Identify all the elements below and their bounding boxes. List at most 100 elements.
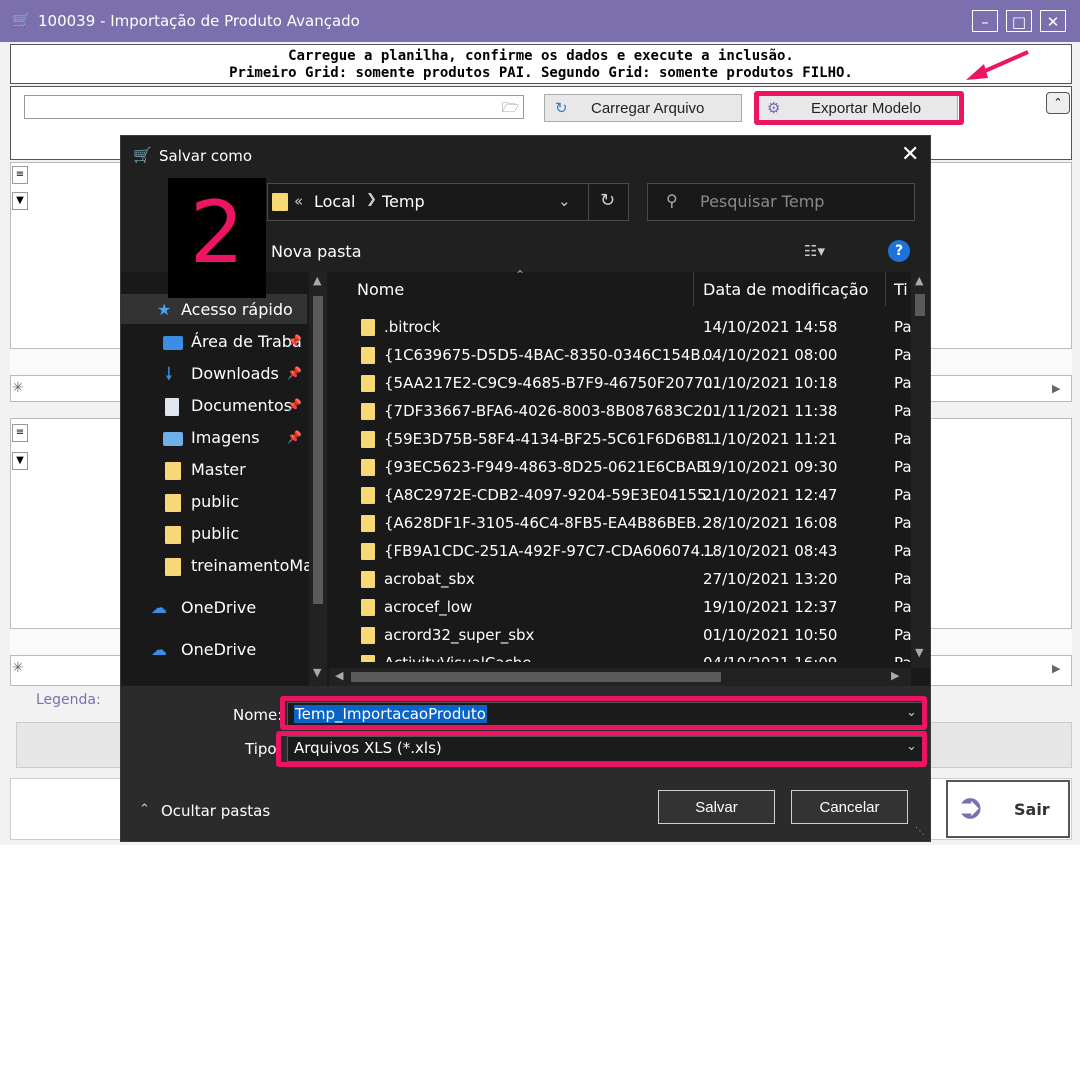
file-type: Pa: [894, 318, 911, 336]
nav-item-quick-access[interactable]: Acesso rápido: [181, 300, 293, 319]
chevron-right-icon: ❯: [366, 192, 377, 207]
nav-item-public[interactable]: public: [191, 492, 239, 511]
file-row[interactable]: acrobat_sbx 27/10/2021 13:20 Pa: [329, 566, 911, 594]
file-row[interactable]: acrocef_low 19/10/2021 12:37 Pa: [329, 594, 911, 622]
file-list[interactable]: Nome ⌃ Data de modificação Ti .bitrock 14…: [329, 268, 930, 686]
refresh-icon: ↻: [555, 100, 568, 117]
file-row[interactable]: {A8C2972E-CDB2-4097-9204-59E3E04155... 21…: [329, 482, 911, 510]
file-date: 14/10/2021 14:58: [703, 318, 838, 336]
grid-columns-icon[interactable]: ≡: [12, 424, 28, 442]
exit-button[interactable]: ➲ Sair: [946, 780, 1070, 838]
close-button[interactable]: ✕: [1040, 10, 1066, 32]
file-date: 21/10/2021 12:47: [703, 486, 838, 504]
h-scroll-thumb[interactable]: [351, 672, 721, 682]
collapse-icon[interactable]: ⌃: [1046, 92, 1070, 114]
chevron-down-icon[interactable]: ▼: [915, 646, 923, 659]
chevron-down-icon[interactable]: ▼: [313, 666, 321, 679]
folder-icon: [361, 571, 375, 588]
file-row[interactable]: {93EC5623-F949-4863-8D25-0621E6CBAB... 19…: [329, 454, 911, 482]
exit-door-icon: ➲: [956, 787, 985, 827]
file-row[interactable]: {FB9A1CDC-251A-492F-97C7-CDA606074... 18/…: [329, 538, 911, 566]
breadcrumb-local[interactable]: Local: [314, 192, 355, 211]
file-type: Pa: [894, 458, 911, 476]
file-date: 19/10/2021 12:37: [703, 598, 838, 616]
file-name: acrobat_sbx: [384, 570, 475, 588]
file-rows[interactable]: .bitrock 14/10/2021 14:58 Pa {1C639675-D5D5…: [329, 314, 911, 662]
chevron-down-icon[interactable]: ⌄: [558, 192, 571, 210]
cart-icon: 🛒: [133, 146, 152, 164]
nav-item-onedrive[interactable]: OneDrive: [181, 598, 256, 617]
save-button[interactable]: Salvar: [658, 790, 775, 824]
file-type: Pa: [894, 542, 911, 560]
column-header-type[interactable]: Ti: [894, 280, 908, 299]
file-date: 01/11/2021 11:38: [703, 402, 838, 420]
folder-icon: [272, 193, 288, 211]
grid-columns-icon[interactable]: ≡: [12, 166, 28, 184]
file-row[interactable]: {A628DF1F-3105-46C4-8FB5-EA4B86BEB... 28/…: [329, 510, 911, 538]
file-row[interactable]: .bitrock 14/10/2021 14:58 Pa: [329, 314, 911, 342]
folder-icon: [361, 319, 375, 336]
cancel-button[interactable]: Cancelar: [791, 790, 908, 824]
file-row[interactable]: {59E3D75B-58F4-4134-BF25-5C61F6D6B8... 11…: [329, 426, 911, 454]
refresh-icon[interactable]: ↻: [600, 190, 615, 211]
nav-item-desktop[interactable]: Área de Traba: [191, 332, 302, 351]
file-row[interactable]: {5AA217E2-C9C9-4685-B7F9-46750F2077... 01…: [329, 370, 911, 398]
filter-icon[interactable]: ▼: [12, 192, 28, 210]
help-icon[interactable]: ?: [888, 240, 910, 262]
chevron-up-icon[interactable]: ▲: [915, 274, 923, 287]
filter-icon[interactable]: ▼: [12, 452, 28, 470]
view-options-icon[interactable]: ☷▾: [804, 242, 825, 260]
folder-icon: [361, 543, 375, 560]
file-name: {FB9A1CDC-251A-492F-97C7-CDA606074...: [384, 542, 715, 560]
chevron-right-icon[interactable]: ▶: [891, 669, 899, 682]
file-name: {5AA217E2-C9C9-4685-B7F9-46750F2077...: [384, 374, 718, 392]
file-row[interactable]: {1C639675-D5D5-4BAC-8350-0346C154B... 04/…: [329, 342, 911, 370]
dialog-close-button[interactable]: ✕: [901, 142, 919, 167]
navigation-pane[interactable]: ★ Acesso rápido Área de Traba 📌 🠗 Downlo…: [121, 272, 329, 686]
scroll-right-icon[interactable]: ▶: [1052, 662, 1060, 675]
file-path-input[interactable]: 🗁: [24, 95, 524, 119]
column-header-date[interactable]: Data de modificação: [703, 280, 868, 299]
nav-item-onedrive[interactable]: OneDrive: [181, 640, 256, 659]
chevron-up-icon[interactable]: ▲: [313, 274, 321, 287]
scroll-right-icon[interactable]: ▶: [1052, 382, 1060, 395]
cloud-icon: ☁: [151, 598, 167, 617]
chevron-up-icon[interactable]: ⌃: [139, 802, 150, 817]
search-box[interactable]: ⚲ Pesquisar Temp: [647, 183, 915, 221]
file-type: Pa: [894, 346, 911, 364]
maximize-button[interactable]: □: [1006, 10, 1032, 32]
load-file-button[interactable]: ↻ Carregar Arquivo: [544, 94, 742, 122]
folder-open-icon[interactable]: 🗁: [502, 97, 519, 121]
scroll-thumb[interactable]: [915, 294, 925, 316]
column-header-name[interactable]: Nome: [357, 280, 404, 299]
folder-icon: [361, 375, 375, 392]
address-bar[interactable]: « Local ❯ Temp ⌄ ↻: [267, 183, 629, 221]
nav-item-images[interactable]: Imagens: [191, 428, 260, 447]
nav-item-downloads[interactable]: Downloads: [191, 364, 279, 383]
nav-scrollbar[interactable]: ▲ ▼: [309, 272, 327, 686]
horizontal-scrollbar[interactable]: ◀ ▶: [329, 668, 911, 686]
file-name: .bitrock: [384, 318, 441, 336]
image-icon: [163, 432, 183, 446]
file-type: Pa: [894, 514, 911, 532]
nav-scroll-thumb[interactable]: [313, 296, 323, 604]
file-row[interactable]: {7DF33667-BFA6-4026-8003-8B087683C2... 01…: [329, 398, 911, 426]
nav-item-master[interactable]: Master: [191, 460, 246, 479]
minimize-button[interactable]: –: [972, 10, 998, 32]
nav-item-public[interactable]: public: [191, 524, 239, 543]
hide-folders-button[interactable]: Ocultar pastas: [161, 802, 270, 820]
breadcrumb-temp[interactable]: Temp: [382, 192, 425, 211]
nav-item-documents[interactable]: Documentos: [191, 396, 292, 415]
breadcrumb-overflow[interactable]: «: [294, 192, 303, 210]
vertical-scrollbar[interactable]: ▲ ▼: [911, 272, 930, 668]
folder-icon: [361, 431, 375, 448]
new-folder-button[interactable]: Nova pasta: [271, 242, 362, 261]
file-date: 18/10/2021 08:43: [703, 542, 838, 560]
nav-item-treinamento[interactable]: treinamentoMas: [191, 556, 309, 575]
document-icon: [165, 398, 179, 416]
chevron-left-icon[interactable]: ◀: [335, 669, 343, 682]
file-row[interactable]: ActivityVisualCache 04/10/2021 16:09 Pa: [329, 650, 911, 662]
legend-label: Legenda:: [36, 692, 101, 708]
file-row[interactable]: acrord32_super_sbx 01/10/2021 10:50 Pa: [329, 622, 911, 650]
resize-grip-icon[interactable]: ⋱: [915, 826, 925, 837]
